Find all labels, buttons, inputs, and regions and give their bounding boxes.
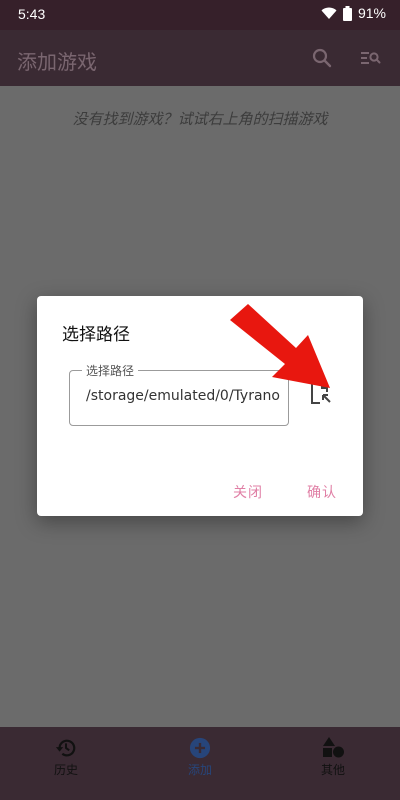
wifi-icon [321,7,337,19]
empty-hint: 没有找到游戏？试试右上角的扫描游戏 [72,110,328,128]
close-button[interactable]: 关闭 [233,482,263,502]
status-time: 5:43 [18,6,46,22]
status-icons: 91% [321,5,386,21]
battery-percent: 91% [357,5,386,21]
add-circle-icon [189,737,211,759]
nav-item-history[interactable]: 历史 [31,737,101,778]
page-title: 添加游戏 [17,50,97,74]
filter-search-icon[interactable] [358,46,382,70]
status-bar: 5:43 91% [0,0,400,30]
bottom-navigation: 历史 添加 其他 [0,727,400,800]
nav-item-add[interactable]: 添加 [165,737,235,778]
search-icon[interactable] [310,46,334,70]
shapes-icon [323,737,344,758]
battery-icon [342,5,352,21]
nav-label-history: 历史 [53,763,78,777]
nav-label-other: 其他 [320,763,345,777]
nav-item-other[interactable]: 其他 [298,737,368,778]
history-icon [55,739,76,757]
red-arrow-annotation [230,304,330,388]
dialog-title: 选择路径 [62,325,130,345]
confirm-button[interactable]: 确认 [307,482,337,502]
nav-label-add: 添加 [187,763,212,777]
app-bar: 添加游戏 [0,30,400,86]
path-input-label: 选择路径 [82,362,139,379]
